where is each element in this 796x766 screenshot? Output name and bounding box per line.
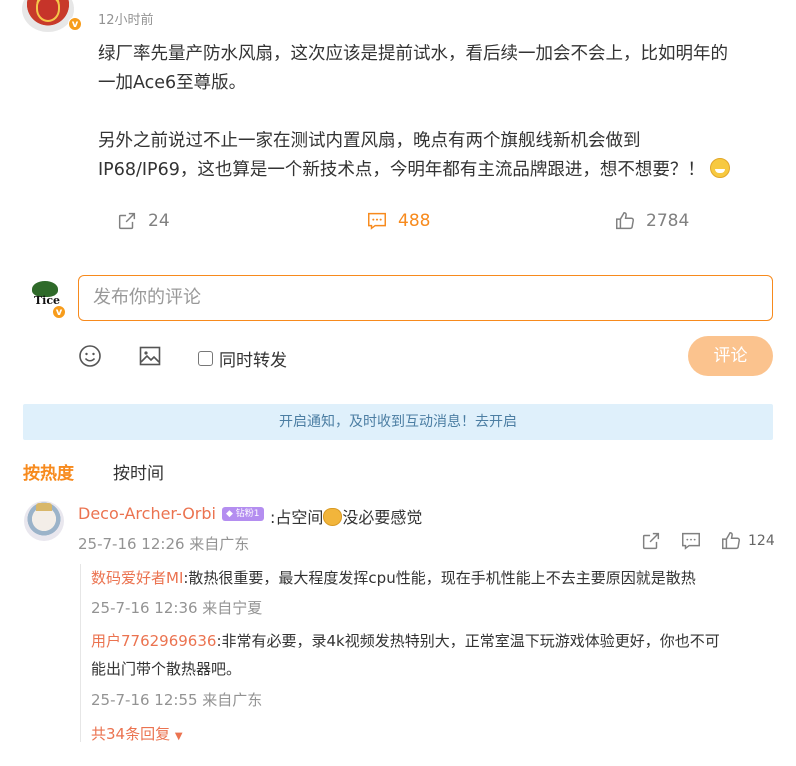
comment-reply-icon[interactable] <box>680 530 702 552</box>
repost-count: 24 <box>148 211 170 231</box>
notification-banner[interactable]: 开启通知，及时收到互动消息！去开启 <box>23 404 773 440</box>
comment-button[interactable]: 488 <box>366 210 430 232</box>
fan-badge-label: 钻粉1 <box>235 509 260 519</box>
reply-text: 用户7762969636:非常有必要，录4k视频发热特别大，正常室温下玩游戏体验… <box>91 627 781 683</box>
comment-like-count: 124 <box>748 533 775 549</box>
image-icon[interactable] <box>138 344 162 368</box>
composer-toolbar <box>0 338 796 374</box>
reply-content: :散热很重要，最大程度发挥cpu性能，现在手机性能上不去主要原因就是散热 <box>183 569 696 587</box>
verified-badge: v <box>52 305 66 319</box>
comment-meta: 25-7-16 12:26 来自广东 <box>78 535 250 553</box>
reply-content: :非常有必要，录4k视频发热特别大，正常室温下玩游戏体验更好，你也不可 <box>216 632 720 650</box>
repost-label: 同时转发 <box>219 351 287 371</box>
comment-like-icon[interactable] <box>720 530 742 552</box>
comment-username[interactable]: Deco-Archer-Orbi <box>78 504 216 523</box>
author-avatar[interactable] <box>22 0 74 32</box>
commenter-avatar[interactable] <box>24 501 64 541</box>
comment-share-icon[interactable] <box>640 530 662 552</box>
reply-username[interactable]: 数码爱好者MI <box>91 569 183 587</box>
post-line: IP68/IP69，这也算是一个新技术点，今明年都有主流品牌跟进，想不想要？！ <box>98 156 778 185</box>
doge-emoji-icon <box>323 508 343 526</box>
verified-badge: v <box>68 17 82 31</box>
post-line: 另外之前说过不止一家在测试内置风扇，晚点有两个旗舰线新机会做到 <box>98 131 641 151</box>
sort-by-time-tab[interactable]: 按时间 <box>113 459 164 484</box>
post-line: 绿厂率先量产防水风扇，这次应该是提前试水，看后续一加会不会上，比如明年的 <box>98 44 728 64</box>
comment-text: :占空间 没必要感觉 <box>270 504 422 528</box>
repost-checkbox[interactable]: 同时转发 <box>198 346 287 371</box>
emoji-icon[interactable] <box>78 344 102 368</box>
comment-count: 488 <box>398 211 431 231</box>
share-icon <box>118 212 136 230</box>
comment-input[interactable]: 发布你的评论 <box>78 275 773 321</box>
repost-button[interactable]: 24 <box>116 210 170 232</box>
post-action-bar: 24 488 2784 <box>0 210 796 240</box>
fan-badge: ◆ 钻粉1 <box>222 507 264 521</box>
checkbox-box[interactable] <box>198 351 213 366</box>
more-replies-link[interactable]: 共34条回复 ▼ <box>91 723 183 744</box>
caret-down-icon: ▼ <box>174 731 183 742</box>
sort-by-hot-tab[interactable]: 按热度 <box>23 459 74 484</box>
diamond-icon: ◆ <box>226 509 233 519</box>
comment-icon <box>368 212 386 230</box>
reply-content: 能出门带个散热器吧。 <box>91 660 242 678</box>
submit-comment-button[interactable]: 评论 <box>688 336 773 376</box>
post-time: 12小时前 <box>98 13 154 28</box>
ironman-mask-icon <box>36 0 60 22</box>
more-replies-label: 共34条回复 <box>91 725 171 743</box>
reply-username[interactable]: 用户7762969636 <box>91 632 216 650</box>
like-button[interactable]: 2784 <box>614 210 689 232</box>
post-body: 绿厂率先量产防水风扇，这次应该是提前试水，看后续一加会不会上，比如明年的 一加A… <box>98 40 778 185</box>
grin-emoji-icon <box>710 158 731 178</box>
reply-divider <box>80 564 81 742</box>
reply-text: 数码爱好者MI:散热很重要，最大程度发挥cpu性能，现在手机性能上不去主要原因就… <box>91 564 781 592</box>
reply-meta: 25-7-16 12:55 来自广东 <box>91 691 263 709</box>
post-line: 一加Ace6至尊版。 <box>98 73 247 93</box>
comment-text-part: 没必要感觉 <box>342 508 423 527</box>
thumbs-up-icon <box>616 212 634 230</box>
post-line-text: IP68/IP69，这也算是一个新技术点，今明年都有主流品牌跟进，想不想要？！ <box>98 160 705 180</box>
like-count: 2784 <box>646 211 690 231</box>
comment-text-part: :占空间 <box>270 508 324 527</box>
reply-meta: 25-7-16 12:36 来自宁夏 <box>91 599 263 617</box>
crown-icon <box>36 503 52 511</box>
